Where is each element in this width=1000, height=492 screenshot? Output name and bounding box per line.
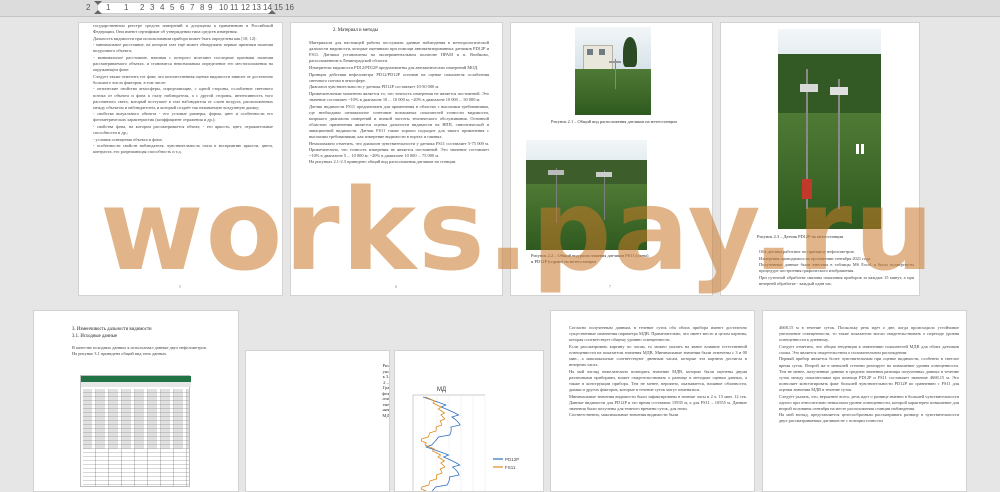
ruler-label: 8 (200, 3, 205, 12)
page-number: 5 (179, 284, 181, 289)
paragraph: Немаловажно отметить, что диапазон чувст… (309, 140, 489, 158)
list-item: - свойства фона, на котором рассматривае… (93, 124, 273, 136)
ruler-label: 10 (219, 3, 228, 12)
ruler-label: 5 (170, 3, 175, 12)
paragraph: Оба датчика работают по принципу нефелом… (759, 249, 855, 254)
paragraph: Согласно полученным данным, в течение су… (569, 325, 747, 343)
paragraph: Датчик видимости FS11 предназначен для п… (309, 103, 489, 139)
ruler-label: 12 (241, 3, 250, 12)
ruler-label: 11 (230, 3, 239, 12)
section-heading: 2. Материал и методы (333, 28, 378, 33)
ruler-label: 6 (180, 3, 185, 12)
paragraph: Следует указать, что, вероятнее всего, р… (779, 393, 959, 411)
page-number: 7 (609, 284, 611, 289)
visibility-chart: МД PD12P FS11 (412, 387, 519, 491)
list-item: - особенности свойств наблюдателя: чувст… (93, 143, 273, 155)
paragraph: Принцип действия нефелометра PD12/PD12P … (309, 71, 489, 83)
page-body: 2. Материал и методы Материалом для наст… (309, 28, 489, 166)
paragraph: На мой взгляд нежелательно повторять зна… (569, 368, 747, 392)
paragraph: Измерения проводились на протяжении сент… (759, 255, 872, 261)
paragraph: На рисунке 3.1 приведена общий вид этих … (72, 351, 168, 357)
paragraph: Минимальные значения видимости были зафи… (569, 393, 747, 411)
paragraph: При суточной обработке связаны показания… (759, 274, 914, 286)
paragraph: Соответственно, максимальные значения ви… (569, 412, 679, 418)
document-page-7[interactable]: Рисунок 2.1 – Общий вид расположения дат… (510, 22, 713, 296)
document-page-12[interactable]: Согласно полученным данным, в течение су… (550, 310, 755, 492)
series-line-fs11 (420, 396, 446, 491)
page-body: 4668,15 м в течение суток. Поскольку реч… (779, 325, 959, 425)
paragraph: Если рассматривать картину по часам, то … (569, 343, 747, 368)
paragraph: Дальность видимости при использовании пр… (93, 35, 257, 41)
paragraph: Примечательным моментом является то, что… (309, 90, 489, 102)
legend-label: PD12P (505, 457, 519, 462)
list-item: - оптические свойства атмосферы, определ… (93, 86, 273, 110)
sensors-photo (526, 140, 647, 250)
spreadsheet-screenshot (80, 375, 191, 487)
ruler-label: 3 (150, 3, 155, 12)
document-page-8[interactable]: Рисунок 2.3 – Датчик PD12P на метеостанц… (720, 22, 920, 296)
ruler-first-line-indent-marker[interactable] (94, 1, 102, 5)
page-body: 3. Изменчивость дальности видимости 3.1.… (72, 327, 232, 358)
pd12p-sensor-photo (778, 29, 881, 229)
ruler-label: 15 (274, 3, 283, 12)
paragraph: На рисунках 2.1-2.3 приведено общий вид … (309, 159, 457, 165)
ruler-left-indent-marker[interactable] (94, 10, 102, 14)
figure-caption: Рисунок 2.2 – Общий вид расположения дат… (531, 253, 649, 264)
rotated-caption: Рисунок 3.2 – График изменения МД (382, 363, 390, 418)
paragraph: Измерители видимости PD12/PD12P предназн… (309, 64, 479, 70)
paragraph: На мой взгляд, представляется целесообра… (779, 412, 959, 424)
document-page-9[interactable]: 3. Изменчивость дальности видимости 3.1.… (33, 310, 239, 492)
document-page-5[interactable]: государственном реестре средств измерени… (78, 22, 283, 296)
chart-title: МД (437, 387, 446, 393)
ruler-label: 1 (124, 3, 129, 12)
ruler-label: 2 (86, 3, 91, 12)
weather-station-photo (575, 27, 651, 115)
section-heading: 3. Изменчивость дальности видимости (72, 327, 152, 332)
list-item: - минимальное расстояние, на котором гла… (93, 42, 273, 54)
figure-caption: Рисунок 2.3 – Датчик PD12P на метеостанц… (757, 234, 844, 239)
document-page-13[interactable]: 4668,15 м в течение суток. Поскольку реч… (762, 310, 967, 492)
horizontal-ruler[interactable]: 2 1 1 2 3 4 5 6 7 8 9 10 11 12 13 14 15 … (0, 0, 1000, 17)
subsection-heading: 3.1. Исходные данные (72, 333, 118, 339)
paragraph: В качестве исходных данных я использовал… (72, 344, 207, 350)
page-number: 6 (395, 284, 397, 289)
page-body: государственном реестре средств измерени… (93, 23, 273, 156)
ruler-label: 7 (190, 3, 195, 12)
paragraph: Диапазон чувствительности у датчика PD12… (309, 84, 440, 90)
ruler-label: 13 (252, 3, 261, 12)
page-body: Оба датчика работают по принципу нефелом… (759, 249, 914, 288)
ruler-label: 1 (106, 3, 111, 12)
paragraph: Первый прибор является более чувствитель… (779, 356, 959, 392)
ruler-label: 16 (285, 3, 294, 12)
list-item: - условия освещения объекта и фона; (93, 136, 163, 142)
legend-label: FS11 (505, 465, 516, 470)
ruler-label: 9 (208, 3, 213, 12)
paragraph: Полученные данные были внесены в таблицы… (759, 262, 914, 274)
document-page-6[interactable]: 2. Материал и методы Материалом для наст… (290, 22, 503, 296)
ruler-label: 14 (263, 3, 272, 12)
page-body: Согласно полученным данным, в течение су… (569, 325, 747, 419)
ruler-label: 2 (140, 3, 145, 12)
paragraph: Материалом для настоящей работы послужил… (309, 40, 489, 64)
document-page-10[interactable]: Рисунок 3.2 – График изменения МД (245, 350, 390, 492)
paragraph: государственном реестре средств измерени… (93, 23, 273, 35)
paragraph: Следует также отметить тот факт, что кол… (93, 73, 273, 85)
ruler-label: 4 (160, 3, 165, 12)
paragraph: 4668,15 м в течение суток. Поскольку реч… (779, 325, 959, 343)
figure-caption: Рисунок 2.1 – Общий вид расположения дат… (551, 119, 677, 124)
document-page-11[interactable]: МД PD12P FS11 (394, 350, 544, 492)
list-item: - минимальное расстояние, начиная с кото… (93, 54, 273, 73)
list-item: - свойства визуального объекта - его угл… (93, 111, 273, 123)
paragraph: Следует отметить, что общая тенденция к … (779, 343, 959, 355)
